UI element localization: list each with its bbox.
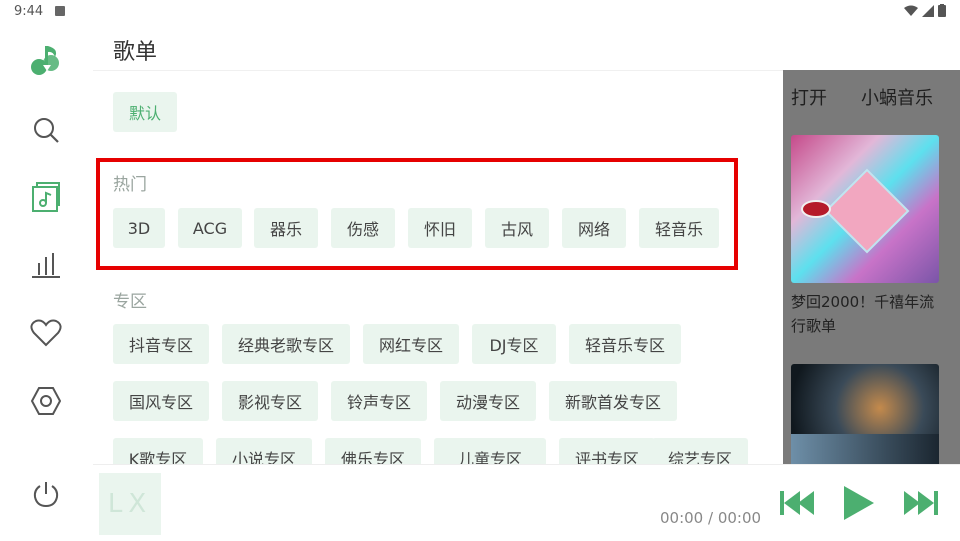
overlay-tab-open[interactable]: 打开 xyxy=(791,84,827,110)
tag-zone[interactable]: 经典老歌专区 xyxy=(222,324,350,364)
heart-icon xyxy=(30,319,62,347)
power-icon xyxy=(33,482,59,508)
status-bar: 9:44 xyxy=(0,0,960,24)
skip-next-icon xyxy=(904,491,938,515)
nav-leaderboard[interactable] xyxy=(26,245,66,285)
nav-search[interactable] xyxy=(26,110,66,150)
tag-zone[interactable]: 网红专区 xyxy=(363,324,459,364)
sidebar xyxy=(0,24,93,540)
tag-zone[interactable]: 新歌首发专区 xyxy=(549,381,677,421)
play-icon xyxy=(844,486,874,520)
tag-zone[interactable]: 轻音乐专区 xyxy=(569,324,681,364)
tag-zone[interactable]: 动漫专区 xyxy=(440,381,536,421)
player-bar: LX 00:00 / 00:00 xyxy=(93,464,960,541)
songlist-icon xyxy=(32,182,60,212)
nav-exit[interactable] xyxy=(26,474,66,514)
album-cover[interactable]: LX xyxy=(99,473,161,535)
play-button[interactable] xyxy=(841,483,877,523)
tag-default[interactable]: 默认 xyxy=(113,92,177,132)
signal-icon xyxy=(922,4,934,17)
page-title: 歌单 xyxy=(113,40,158,65)
tag-zone[interactable]: 铃声专区 xyxy=(331,381,427,421)
section-zone-label: 专区 xyxy=(113,292,147,312)
previous-button[interactable] xyxy=(779,485,815,521)
status-time: 9:44 xyxy=(14,4,44,19)
nav-settings[interactable] xyxy=(26,381,66,421)
battery-icon xyxy=(938,4,946,17)
nav-songlist[interactable] xyxy=(26,177,66,217)
highlight-box xyxy=(96,158,738,270)
playback-time: 00:00 / 00:00 xyxy=(660,509,762,527)
side-overlay-panel: 打开 小蜗音乐 梦回2000！千禧年流行歌单 xyxy=(783,70,960,464)
tag-zone[interactable]: 国风专区 xyxy=(113,381,209,421)
tag-zone[interactable]: 影视专区 xyxy=(222,381,318,421)
notification-icon xyxy=(55,6,65,16)
wifi-icon xyxy=(904,5,918,16)
app-logo-icon xyxy=(26,40,66,80)
next-button[interactable] xyxy=(903,485,939,521)
status-icons xyxy=(904,4,946,17)
search-icon xyxy=(34,118,59,143)
tag-zone[interactable]: DJ专区 xyxy=(472,324,556,364)
nav-favorites[interactable] xyxy=(26,313,66,353)
songlist-cover[interactable] xyxy=(791,135,939,283)
settings-icon xyxy=(31,387,61,415)
tag-zone[interactable]: 抖音专区 xyxy=(113,324,209,364)
leaderboard-icon xyxy=(32,253,60,278)
skip-previous-icon xyxy=(780,491,814,515)
songlist-cover[interactable] xyxy=(791,364,939,464)
songlist-title[interactable]: 梦回2000！千禧年流行歌单 xyxy=(791,290,941,338)
header-divider xyxy=(93,70,783,71)
overlay-tab-source[interactable]: 小蜗音乐 xyxy=(861,84,933,110)
